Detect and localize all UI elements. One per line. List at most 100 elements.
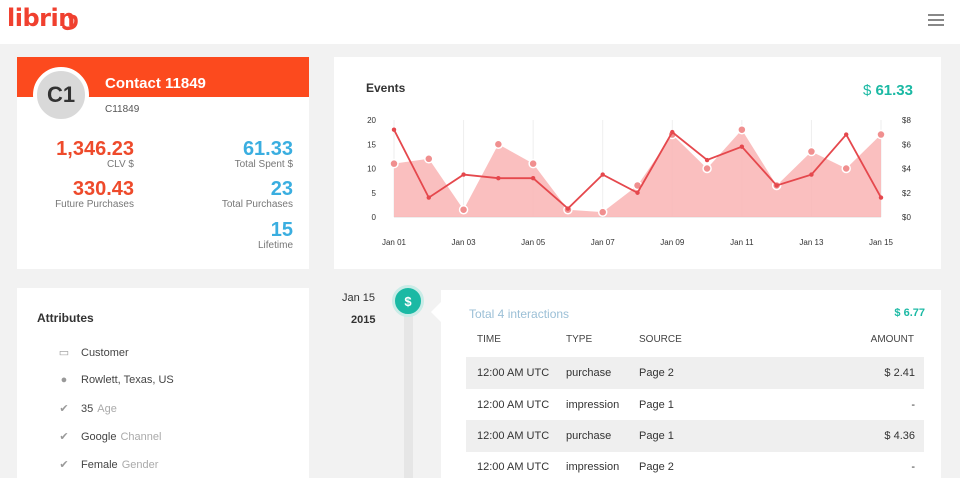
cell-source: Page 1 bbox=[639, 430, 674, 442]
cell-time: 12:00 AM UTC bbox=[477, 430, 550, 442]
total-purchases-value: 23 bbox=[270, 178, 293, 200]
lifetime-label: Lifetime bbox=[257, 240, 293, 251]
y-right-tick-label: $8 bbox=[902, 116, 911, 125]
clv-stat: 1,346.23 CLV $ bbox=[39, 139, 134, 171]
attribute-label: Customer bbox=[81, 346, 129, 359]
cell-amount: - bbox=[911, 399, 915, 411]
money-icon: ▭ bbox=[58, 347, 70, 359]
x-tick-label: Jan 01 bbox=[382, 238, 407, 247]
y-right-tick-label: $6 bbox=[902, 140, 911, 149]
avatar: C1 bbox=[33, 67, 89, 123]
cell-type: purchase bbox=[566, 430, 612, 442]
revenue-point bbox=[426, 195, 431, 200]
interactions-card: Total 4 interactions $ 6.77 TIME TYPE SO… bbox=[441, 290, 941, 478]
x-tick-label: Jan 03 bbox=[452, 238, 477, 247]
revenue-point bbox=[704, 157, 710, 163]
events-area bbox=[394, 129, 881, 217]
y-right-tick-label: $0 bbox=[902, 213, 911, 222]
y-right-tick-label: $2 bbox=[902, 189, 911, 198]
globe-icon: ● bbox=[60, 374, 68, 386]
card-pointer bbox=[431, 302, 441, 322]
cell-amount: - bbox=[911, 461, 915, 473]
librino-logo[interactable]: librin bbox=[7, 4, 81, 41]
cell-time: 12:00 AM UTC bbox=[477, 461, 550, 473]
y-left-tick-label: 15 bbox=[367, 140, 376, 149]
attribute-key: Age bbox=[97, 402, 117, 415]
table-row[interactable]: 12:00 AM UTC purchase Page 2 $ 2.41 bbox=[466, 357, 924, 389]
table-row[interactable]: 12:00 AM UTC impression Page 2 - bbox=[466, 451, 924, 478]
lifetime-stat: 15 Lifetime bbox=[193, 220, 293, 252]
events-area-point bbox=[876, 129, 886, 140]
y-left-tick-label: 20 bbox=[367, 116, 376, 125]
timeline-date: Jan 15 bbox=[342, 292, 376, 304]
events-area-point bbox=[458, 204, 469, 215]
revenue-point bbox=[600, 172, 605, 177]
attributes-card: Attributes ▭ Customer ● Rowlett, Texas, … bbox=[17, 288, 309, 478]
cell-type: purchase bbox=[566, 367, 612, 379]
cell-amount: $ 2.41 bbox=[884, 367, 915, 379]
events-area-point bbox=[841, 163, 851, 174]
contact-id: C11849 bbox=[105, 104, 140, 115]
revenue-point bbox=[739, 144, 745, 149]
check-icon: ✔ bbox=[59, 459, 69, 471]
attribute-key: Channel bbox=[120, 430, 162, 443]
x-tick-label: Jan 05 bbox=[521, 238, 546, 247]
future-purchases-stat: 330.43 Future Purchases bbox=[39, 179, 134, 211]
attribute-location: ● Rowlett, Texas, US bbox=[57, 374, 174, 386]
logo-image: librin bbox=[7, 4, 78, 32]
clv-value: 1,346.23 bbox=[56, 138, 134, 160]
hamburger-icon[interactable] bbox=[928, 14, 944, 27]
column-header-time: TIME bbox=[477, 334, 501, 345]
total-purchases-stat: 23 Total Purchases bbox=[193, 179, 293, 211]
attributes-title: Attributes bbox=[37, 311, 94, 325]
contact-name: Contact 11849 bbox=[105, 75, 206, 92]
x-tick-label: Jan 07 bbox=[591, 238, 616, 247]
x-tick-label: Jan 15 bbox=[869, 238, 894, 247]
events-card: Events $ 61.33 0 5 10 15 20 $0 $2 $4 $6 $8 Jan 01 J… bbox=[334, 57, 941, 269]
events-area-point bbox=[528, 158, 538, 169]
attribute-age: ✔ 35 Age bbox=[57, 402, 117, 416]
revenue-point bbox=[809, 172, 814, 177]
revenue-point bbox=[461, 172, 466, 177]
lifetime-value: 15 bbox=[270, 219, 293, 241]
cell-type: impression bbox=[566, 461, 620, 473]
x-tick-label: Jan 09 bbox=[660, 238, 685, 247]
total-spent-value: 61.33 bbox=[242, 138, 293, 160]
attribute-label: Rowlett, Texas, US bbox=[81, 374, 174, 386]
events-area-point bbox=[806, 146, 817, 157]
cell-type: impression bbox=[566, 399, 620, 411]
events-area-point bbox=[493, 139, 504, 149]
events-area-point bbox=[424, 154, 434, 164]
revenue-point bbox=[670, 129, 675, 135]
attribute-key: Gender bbox=[121, 458, 159, 471]
events-area-point bbox=[389, 158, 399, 169]
cell-source: Page 1 bbox=[639, 399, 674, 411]
cell-amount: $ 4.36 bbox=[884, 430, 915, 442]
avatar-initials: C1 bbox=[46, 82, 76, 107]
attribute-gender: ✔ Female Gender bbox=[57, 458, 159, 472]
revenue-point bbox=[878, 195, 884, 200]
revenue-point bbox=[496, 176, 501, 181]
y-left-tick-label: 0 bbox=[372, 213, 377, 222]
check-icon: ✔ bbox=[59, 403, 69, 415]
cell-time: 12:00 AM UTC bbox=[477, 367, 550, 379]
events-chart[interactable]: 0 5 10 15 20 $0 $2 $4 $6 $8 Jan 01 Jan 03 Jan 05 Jan … bbox=[334, 57, 941, 269]
dollar-icon: $ bbox=[392, 285, 424, 317]
attribute-channel: ✔ Google Channel bbox=[57, 430, 162, 444]
contact-card: C1 Contact 11849 C11849 1,346.23 CLV $ 6… bbox=[17, 57, 309, 269]
events-area-point bbox=[737, 124, 747, 135]
hamburger-line bbox=[928, 24, 944, 26]
revenue-point bbox=[565, 206, 571, 211]
check-icon: ✔ bbox=[59, 431, 69, 443]
interactions-amount: $ 6.77 bbox=[894, 307, 925, 319]
cell-time: 12:00 AM UTC bbox=[477, 399, 550, 411]
column-header-source: SOURCE bbox=[639, 334, 682, 345]
clv-label: CLV $ bbox=[106, 159, 134, 170]
timeline-year: 2015 bbox=[351, 314, 376, 326]
future-purchases-value: 330.43 bbox=[72, 178, 134, 200]
table-row[interactable]: 12:00 AM UTC impression Page 1 - bbox=[466, 389, 924, 421]
column-header-amount: AMOUNT bbox=[870, 334, 914, 345]
interactions-title[interactable]: Total 4 interactions bbox=[469, 307, 569, 321]
table-row[interactable]: 12:00 AM UTC purchase Page 1 $ 4.36 bbox=[466, 420, 924, 452]
cell-source: Page 2 bbox=[639, 461, 674, 473]
